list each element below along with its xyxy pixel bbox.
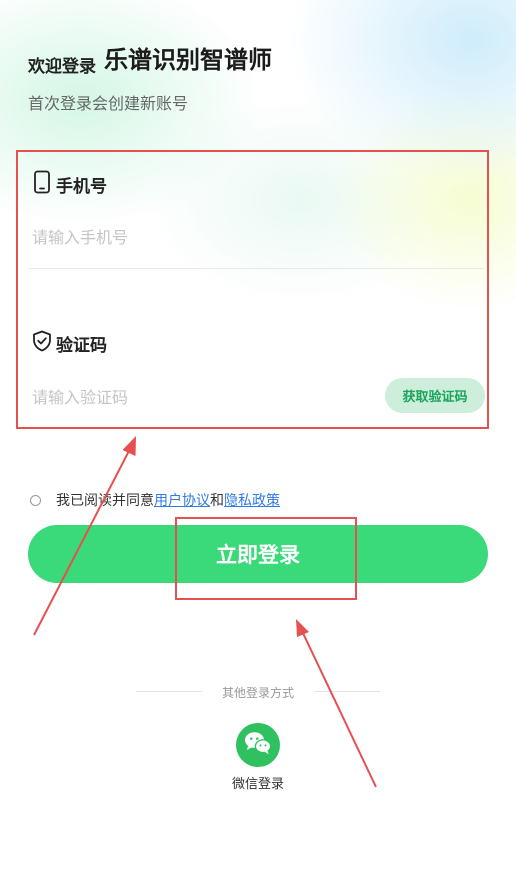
annotation-arrow-to-button (296, 619, 377, 788)
annotation-arrows (33, 436, 377, 788)
annotation-arrow-to-form (33, 436, 136, 636)
